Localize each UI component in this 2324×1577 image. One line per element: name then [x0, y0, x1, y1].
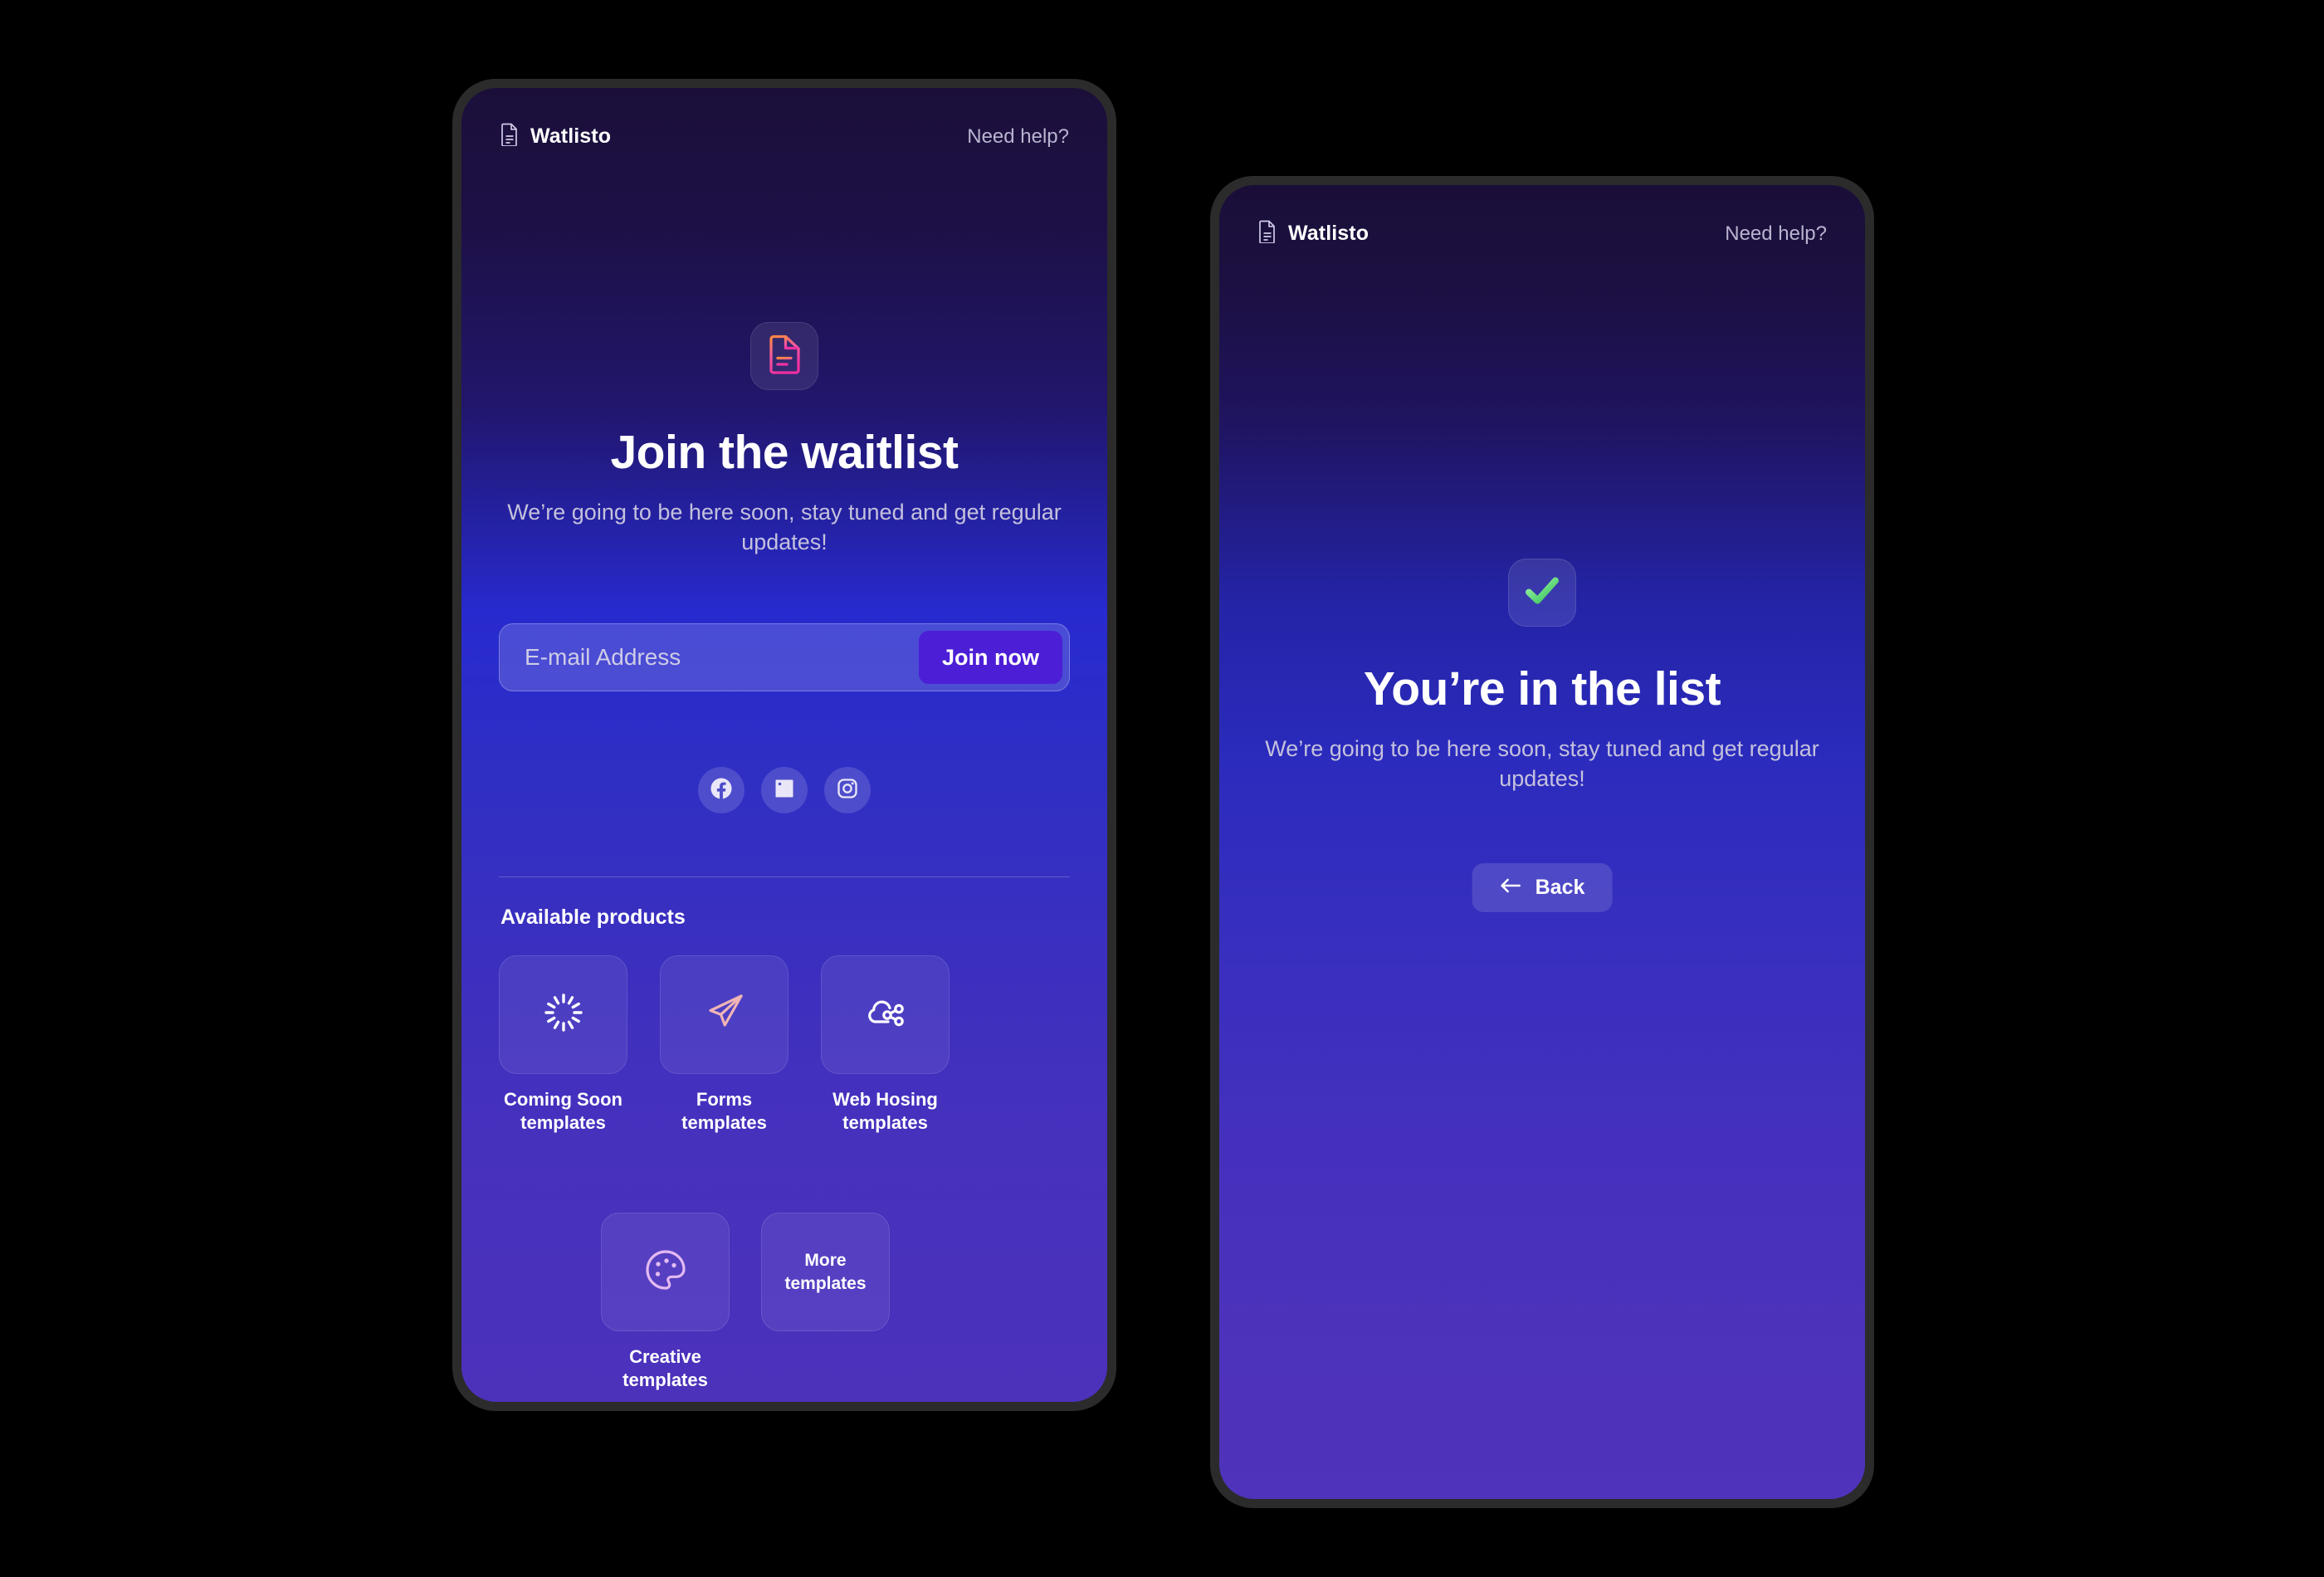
product-more-templates: More templates — [761, 1213, 890, 1392]
product-label-line-2: templates — [681, 1112, 767, 1134]
back-button[interactable]: Back — [1472, 863, 1613, 912]
product-label-line-2: templates — [842, 1112, 928, 1134]
arrow-left-icon — [1500, 876, 1521, 900]
brand-name: Watlisto — [1288, 222, 1370, 245]
more-templates-card[interactable]: More templates — [761, 1213, 890, 1331]
brand[interactable]: Watlisto — [500, 123, 611, 150]
success-title: You’re in the list — [1363, 662, 1721, 715]
brand-name: Watlisto — [530, 124, 612, 148]
spinner-icon — [542, 991, 585, 1038]
product-label-line-1: Coming Soon — [504, 1089, 622, 1110]
palette-icon — [643, 1247, 688, 1296]
product-label-line-1: Forms — [696, 1089, 753, 1110]
success-screen: Watlisto Need help? You’re in the list W… — [1219, 185, 1865, 1499]
product-label: Web Hosing templates — [821, 1088, 950, 1135]
product-label-line-1: Web Hosing — [832, 1089, 938, 1110]
linkedin-icon — [773, 777, 796, 804]
success-subtitle: We’re going to be here soon, stay tuned … — [1265, 736, 1819, 791]
more-templates-line-1: More — [804, 1251, 847, 1271]
phone-mockup-waitlist: Watlisto Need help? Join the waitlist We… — [452, 79, 1116, 1411]
screenshot-stage: Watlisto Need help? Join the waitlist We… — [0, 0, 2324, 1577]
phone-mockup-success: Watlisto Need help? You’re in the list W… — [1210, 176, 1874, 1508]
brand[interactable]: Watlisto — [1257, 220, 1369, 247]
waitlist-form: Join now — [499, 623, 1070, 691]
product-label: Creative templates — [601, 1345, 730, 1392]
success-hero: You’re in the list We’re going to be her… — [1219, 559, 1865, 794]
app-logo-badge — [750, 322, 818, 390]
product-label: Forms templates — [660, 1088, 788, 1135]
product-creative: Creative templates — [601, 1213, 730, 1392]
need-help-link[interactable]: Need help? — [967, 125, 1069, 149]
more-templates-line-2: templates — [784, 1273, 867, 1293]
success-header: Watlisto Need help? — [1219, 220, 1865, 247]
paper-plane-icon — [702, 990, 747, 1039]
instagram-link[interactable] — [824, 767, 871, 813]
waitlist-subtitle: We’re going to be here soon, stay tuned … — [507, 500, 1062, 554]
document-icon — [1257, 220, 1277, 247]
product-label: Coming Soon templates — [499, 1088, 627, 1135]
more-templates-label: More templates — [784, 1249, 866, 1295]
product-label-line-1: Creative — [629, 1346, 701, 1367]
document-gradient-icon — [767, 334, 802, 378]
product-card[interactable] — [499, 955, 627, 1074]
back-button-label: Back — [1535, 876, 1585, 899]
product-forms: Forms templates — [660, 955, 788, 1135]
social-links — [461, 767, 1107, 813]
need-help-link[interactable]: Need help? — [1725, 222, 1827, 246]
product-card[interactable] — [601, 1213, 730, 1331]
waitlist-title: Join the waitlist — [610, 426, 959, 479]
product-coming-soon: Coming Soon templates — [499, 955, 627, 1135]
check-icon — [1522, 571, 1562, 615]
document-icon — [500, 123, 520, 150]
products-section-title: Available products — [500, 906, 686, 929]
facebook-icon — [709, 776, 734, 805]
product-card[interactable] — [821, 955, 950, 1074]
product-label-line-2: templates — [622, 1370, 708, 1391]
products-row-1: Coming Soon templates Forms templates We… — [499, 955, 1070, 1135]
products-row-2: Creative templates More templates — [499, 1213, 1070, 1392]
success-badge — [1508, 559, 1576, 627]
waitlist-header: Watlisto Need help? — [461, 123, 1107, 150]
product-web-hosting: Web Hosing templates — [821, 955, 950, 1135]
product-card[interactable] — [660, 955, 788, 1074]
join-now-button[interactable]: Join now — [919, 631, 1062, 684]
facebook-link[interactable] — [698, 767, 745, 813]
waitlist-screen: Watlisto Need help? Join the waitlist We… — [461, 88, 1107, 1402]
section-divider — [499, 876, 1070, 877]
waitlist-hero: Join the waitlist We’re going to be here… — [461, 322, 1107, 558]
email-input[interactable] — [506, 631, 919, 684]
linkedin-link[interactable] — [761, 767, 808, 813]
instagram-icon — [836, 777, 859, 804]
cloud-share-icon — [862, 991, 909, 1038]
product-label-line-2: templates — [520, 1112, 606, 1134]
